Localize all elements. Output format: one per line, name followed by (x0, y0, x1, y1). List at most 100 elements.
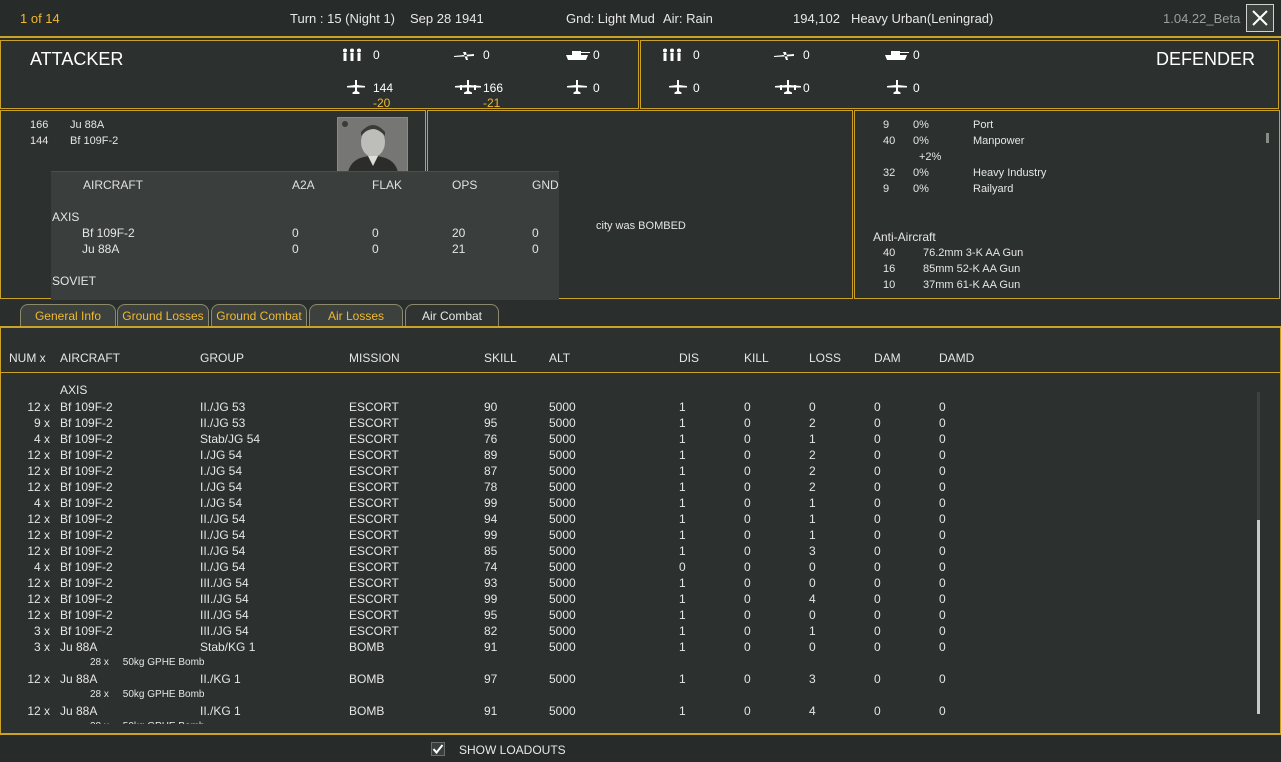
cell-dis: 1 (679, 592, 686, 606)
cell-aircraft: Bf 109F-2 (60, 592, 113, 606)
cell-loss: 2 (809, 448, 816, 462)
version-label: 1.04.22_Beta (1163, 11, 1241, 26)
cell-damd: 0 (939, 512, 946, 526)
cell-aircraft: Bf 109F-2 (60, 528, 113, 542)
col-num: NUM x (9, 351, 46, 365)
tab-ground-losses[interactable]: Ground Losses (117, 304, 209, 326)
col-group: GROUP (200, 351, 245, 365)
cell-skill: 94 (484, 512, 498, 526)
cell-kill: 0 (744, 672, 751, 686)
cell-kill: 0 (744, 480, 751, 494)
ground-condition: Gnd: Light Mud (566, 11, 655, 26)
cell-damd: 0 (939, 672, 946, 686)
tab-air-combat[interactable]: Air Combat (405, 304, 499, 326)
cell-loss: 0 (809, 400, 816, 414)
cell-skill: 85 (484, 544, 498, 558)
defender-armor-count: 0 (913, 48, 920, 62)
tank-icon (885, 51, 909, 60)
cell-dam: 0 (874, 640, 881, 654)
cell-damd: 0 (939, 640, 946, 654)
popup-a2a: 0 (292, 242, 299, 256)
target-count: 32 (883, 167, 896, 179)
cell-group: II./JG 54 (200, 528, 246, 542)
cell-dam: 0 (874, 416, 881, 430)
cell-dis: 1 (679, 640, 686, 654)
show-loadouts-label[interactable]: SHOW LOADOUTS (459, 743, 566, 757)
result-message: city was BOMBED (596, 220, 686, 232)
cell-dam: 0 (874, 480, 881, 494)
target-panel: 9 0% Port 40 0% Manpower +2% 32 0% Heavy… (854, 110, 1280, 299)
cell-aircraft: Bf 109F-2 (60, 448, 113, 462)
target-percent: 0% (913, 183, 929, 195)
attacker-fighter-count: 144 (373, 81, 394, 95)
close-button[interactable] (1246, 4, 1274, 32)
defender-panel: 0 0 0 0 0 0 DEFENDER (640, 40, 1279, 109)
cell-skill: 99 (484, 528, 498, 542)
cell-kill: 0 (744, 512, 751, 526)
cell-dis: 0 (679, 560, 686, 574)
cell-num: 4 x (33, 496, 50, 510)
cell-alt: 5000 (549, 592, 576, 606)
popup-aircraft-name: Ju 88A (82, 242, 120, 256)
target-scrollbar[interactable] (1266, 133, 1269, 143)
tab-air-losses[interactable]: Air Losses (309, 304, 403, 326)
cell-loss: 2 (809, 464, 816, 478)
cell-dis: 1 (679, 496, 686, 510)
air-unit-icon (774, 52, 794, 60)
cell-aircraft: Bf 109F-2 (60, 432, 113, 446)
defender-infantry-count: 0 (693, 48, 700, 62)
cell-num: 12 x (27, 448, 50, 462)
cell-kill: 0 (744, 448, 751, 462)
table-scrollbar-track[interactable] (1257, 392, 1260, 714)
cell-mission: ESCORT (349, 496, 399, 510)
unit-count: 166 (30, 119, 49, 131)
cell-aircraft: Ju 88A (60, 672, 98, 686)
cell-alt: 5000 (549, 480, 576, 494)
cell-mission: ESCORT (349, 560, 399, 574)
cell-dis: 1 (679, 608, 686, 622)
aircraft-summary-popup: AIRCRAFT A2A FLAK OPS GND AXIS Bf 109F-2… (51, 171, 559, 300)
cell-dis: 1 (679, 544, 686, 558)
cell-loss: 1 (809, 512, 816, 526)
tab-general-info[interactable]: General Info (20, 304, 116, 326)
attacker-infantry-count: 0 (373, 48, 380, 62)
attacker-armor-count: 0 (593, 48, 600, 62)
aa-gun-name: 37mm 61-K AA Gun (923, 279, 1021, 291)
top-bar: 1 of 14 Turn : 15 (Night 1) Sep 28 1941 … (0, 0, 1281, 38)
table-scrollbar-thumb[interactable] (1257, 520, 1260, 714)
date-label: Sep 28 1941 (410, 11, 484, 26)
cell-mission: ESCORT (349, 400, 399, 414)
cell-aircraft: Bf 109F-2 (60, 416, 113, 430)
cell-mission: ESCORT (349, 528, 399, 542)
cell-damd: 0 (939, 704, 946, 718)
cell-dis: 1 (679, 464, 686, 478)
cell-dam: 0 (874, 432, 881, 446)
cell-alt: 5000 (549, 464, 576, 478)
cell-dis: 1 (679, 672, 686, 686)
defender-other-count: 0 (913, 81, 920, 95)
col-aircraft: AIRCRAFT (83, 178, 143, 192)
show-loadouts-checkbox[interactable] (431, 742, 445, 756)
commander-portrait[interactable] (337, 117, 408, 173)
cell-dam: 0 (874, 608, 881, 622)
cell-mission: ESCORT (349, 464, 399, 478)
aa-gun-name: 76.2mm 3-K AA Gun (923, 247, 1024, 259)
cell-num: 12 x (27, 528, 50, 542)
cell-alt: 5000 (549, 640, 576, 654)
cell-skill: 91 (484, 704, 498, 718)
unit-name: Bf 109F-2 (70, 135, 119, 147)
cell-group: II./JG 54 (200, 560, 246, 574)
unit-name: Ju 88A (70, 119, 105, 131)
cell-alt: 5000 (549, 704, 576, 718)
target-percent: 0% (913, 135, 929, 147)
cell-num: 12 x (27, 704, 50, 718)
col-skill: SKILL (484, 351, 517, 365)
cell-dam: 0 (874, 560, 881, 574)
unit-count: 144 (30, 135, 49, 147)
tab-ground-combat[interactable]: Ground Combat (211, 304, 307, 326)
cell-skill: 95 (484, 608, 498, 622)
cell-kill: 0 (744, 416, 751, 430)
cell-kill: 0 (744, 432, 751, 446)
cell-aircraft: Bf 109F-2 (60, 624, 113, 638)
col-aircraft: AIRCRAFT (60, 351, 120, 365)
